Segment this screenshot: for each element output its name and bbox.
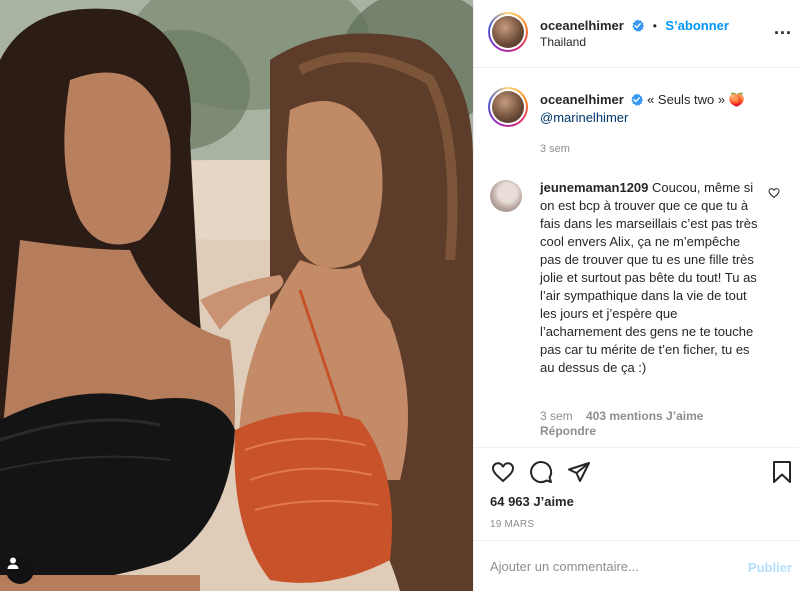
comment-input[interactable] <box>490 555 730 577</box>
verified-badge-icon <box>631 93 644 106</box>
caption-author-avatar[interactable] <box>488 87 528 127</box>
add-comment-form: Publier <box>474 540 799 591</box>
post-photo-illustration <box>0 0 473 591</box>
post-location[interactable]: Thailand <box>540 35 586 49</box>
caption-mention-link[interactable]: @marinelhimer <box>540 110 628 125</box>
comment-time[interactable]: 3 sem <box>540 409 573 423</box>
like-button[interactable] <box>490 459 516 485</box>
comments-area[interactable]: oceanelhimer « Seuls two » 🍑 @marinelhim… <box>474 69 799 446</box>
caption-text: « Seuls two » <box>647 92 726 107</box>
comment-username[interactable]: jeunemaman1209 <box>540 180 648 195</box>
bookmark-icon <box>773 461 791 483</box>
person-icon <box>7 557 19 569</box>
comment-text: Coucou, même si on est bcp à trouver que… <box>540 180 758 375</box>
heart-icon <box>491 462 515 483</box>
caption: oceanelhimer « Seuls two » 🍑 @marinelhim… <box>540 91 780 127</box>
post-header: oceanelhimer • S’abonner Thailand ... <box>474 0 799 68</box>
post-side-panel: oceanelhimer • S’abonner Thailand ... oc… <box>473 0 799 591</box>
paper-plane-icon <box>568 462 590 482</box>
follow-separator: • <box>652 19 657 33</box>
comment-bubble-icon <box>530 461 553 484</box>
peach-emoji: 🍑 <box>728 92 745 107</box>
share-button[interactable] <box>566 459 592 485</box>
comment-likes[interactable]: 403 mentions J’aime <box>586 409 703 423</box>
comment: jeunemaman1209 Coucou, même si on est bc… <box>540 179 760 377</box>
follow-button[interactable]: S’abonner <box>665 18 729 33</box>
author-username[interactable]: oceanelhimer <box>540 18 624 33</box>
tagged-users-button[interactable] <box>6 556 34 584</box>
more-options-button[interactable]: ... <box>774 19 792 37</box>
comment-button[interactable] <box>528 459 554 485</box>
author-avatar[interactable] <box>488 12 528 52</box>
publish-button[interactable]: Publier <box>748 560 792 575</box>
comment-author-avatar[interactable] <box>490 180 522 212</box>
save-button[interactable] <box>769 459 795 485</box>
like-comment-heart-icon[interactable] <box>768 187 780 199</box>
post-actions: 64 963 J’aime 19 MARS <box>474 447 799 539</box>
caption-time[interactable]: 3 sem <box>540 143 570 155</box>
caption-username[interactable]: oceanelhimer <box>540 92 624 107</box>
post-photo[interactable] <box>0 0 473 591</box>
verified-badge-icon <box>632 19 645 32</box>
likes-count[interactable]: 64 963 J’aime <box>490 494 574 509</box>
post-date[interactable]: 19 MARS <box>490 519 534 530</box>
comment-meta: 3 sem 403 mentions J’aime <box>540 409 703 423</box>
reply-button[interactable]: Répondre <box>540 424 596 438</box>
